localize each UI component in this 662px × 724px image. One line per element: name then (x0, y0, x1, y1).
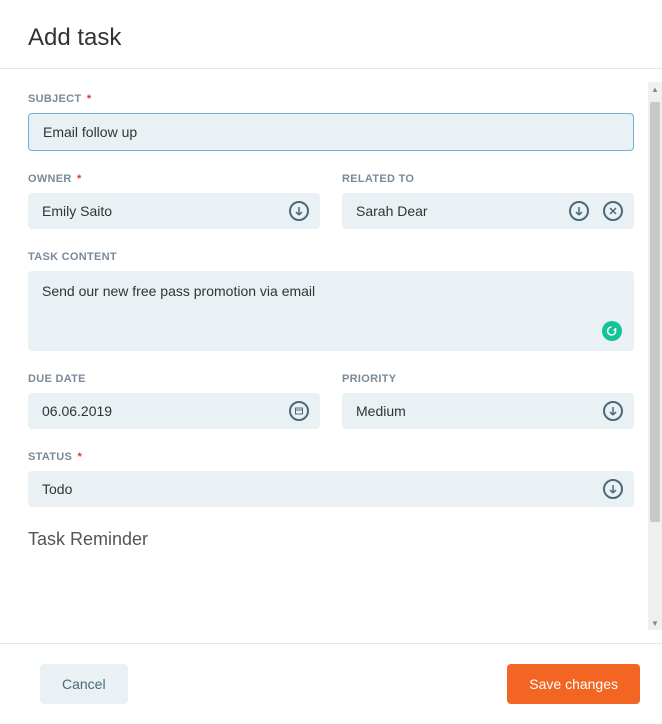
related-to-select[interactable]: Sarah Dear (342, 193, 634, 229)
due-date-label: DUE DATE (28, 373, 320, 385)
status-value: Todo (42, 481, 72, 497)
cancel-button[interactable]: Cancel (40, 664, 128, 704)
related-to-label: RELATED TO (342, 173, 634, 185)
task-content-label: TASK CONTENT (28, 251, 634, 263)
related-to-value: Sarah Dear (356, 203, 428, 219)
grammarly-icon[interactable] (602, 321, 622, 341)
form-scroll-area: SUBJECT * OWNER * Emily Saito (0, 69, 662, 617)
scroll-down-arrow[interactable]: ▼ (648, 616, 662, 630)
owner-value: Emily Saito (42, 203, 112, 219)
vertical-scrollbar[interactable]: ▲ ▼ (648, 82, 662, 630)
task-reminder-section-title: Task Reminder (28, 529, 634, 550)
owner-label: OWNER * (28, 173, 320, 185)
required-marker: * (77, 173, 82, 185)
save-button[interactable]: Save changes (507, 664, 640, 704)
subject-label-text: SUBJECT (28, 93, 81, 105)
subject-label: SUBJECT * (28, 93, 634, 105)
required-marker: * (78, 451, 83, 463)
dropdown-icon[interactable] (602, 400, 624, 422)
page-title: Add task (28, 24, 634, 52)
required-marker: * (87, 93, 92, 105)
dropdown-icon[interactable] (568, 200, 590, 222)
subject-input[interactable] (28, 113, 634, 151)
status-label: STATUS * (28, 451, 634, 463)
calendar-icon[interactable] (288, 400, 310, 422)
scroll-up-arrow[interactable]: ▲ (648, 82, 662, 96)
task-content-input[interactable] (42, 283, 620, 299)
owner-label-text: OWNER (28, 173, 72, 185)
due-date-input[interactable]: 06.06.2019 (28, 393, 320, 429)
clear-icon[interactable] (602, 200, 624, 222)
priority-label: PRIORITY (342, 373, 634, 385)
due-date-value: 06.06.2019 (42, 403, 112, 419)
dropdown-icon[interactable] (288, 200, 310, 222)
related-to-label-text: RELATED TO (342, 173, 414, 185)
status-label-text: STATUS (28, 451, 72, 463)
dropdown-icon[interactable] (602, 478, 624, 500)
priority-select[interactable]: Medium (342, 393, 634, 429)
status-select[interactable]: Todo (28, 471, 634, 507)
due-date-label-text: DUE DATE (28, 373, 86, 385)
scrollbar-thumb[interactable] (650, 102, 660, 522)
owner-select[interactable]: Emily Saito (28, 193, 320, 229)
priority-value: Medium (356, 403, 406, 419)
priority-label-text: PRIORITY (342, 373, 396, 385)
task-content-label-text: TASK CONTENT (28, 251, 117, 263)
